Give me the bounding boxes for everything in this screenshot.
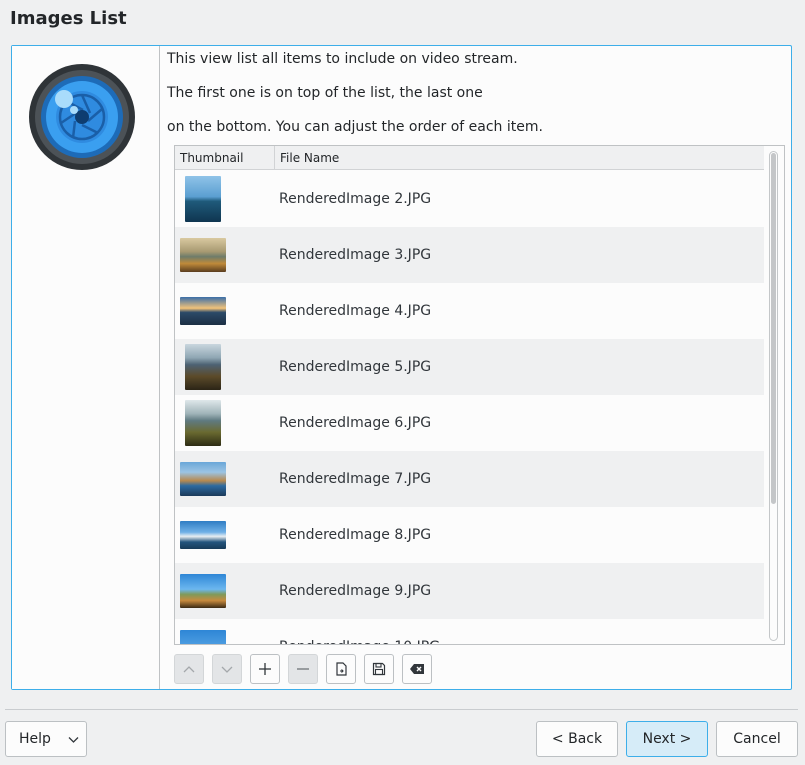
list-item[interactable]: RenderedImage 8.JPG [175,507,764,563]
next-button[interactable]: Next > [626,721,708,757]
column-header-file-name[interactable]: File Name [276,146,339,170]
list-item[interactable]: RenderedImage 10.JPG [175,619,764,644]
file-name: RenderedImage 3.JPG [279,247,432,263]
file-name: RenderedImage 10.JPG [279,639,440,644]
page-title: Images List [10,8,127,29]
remove-button[interactable] [288,654,318,684]
thumbnail-image [180,630,226,644]
thumbnail-image [180,462,226,496]
vertical-scrollbar[interactable] [769,151,778,641]
thumbnail-image [185,176,221,222]
footer-divider [5,709,798,710]
description-line-1: This view list all items to include on v… [167,51,518,67]
images-list[interactable]: Thumbnail File Name RenderedImage 2.JPG R… [174,145,785,645]
thumbnail-image [180,574,226,608]
cancel-button[interactable]: Cancel [716,721,798,757]
clear-list-button[interactable] [402,654,432,684]
thumbnail-image [180,238,226,272]
left-pane [12,46,160,689]
thumbnail-image [185,344,221,390]
thumbnail-image [185,400,221,446]
load-list-button[interactable] [326,654,356,684]
list-item[interactable]: RenderedImage 2.JPG [175,171,764,227]
file-name: RenderedImage 4.JPG [279,303,432,319]
list-item[interactable]: RenderedImage 7.JPG [175,451,764,507]
scrollbar-handle[interactable] [771,153,776,504]
list-rows: RenderedImage 2.JPG RenderedImage 3.JPG Re… [175,171,764,644]
move-down-button[interactable] [212,654,242,684]
description-line-3: on the bottom. You can adjust the order … [167,119,543,135]
thumbnail-image [180,297,226,325]
save-list-button[interactable] [364,654,394,684]
minus-icon [297,668,309,670]
document-open-icon [336,662,347,676]
help-button-label: Help [19,731,51,747]
file-name: RenderedImage 5.JPG [279,359,432,375]
file-name: RenderedImage 7.JPG [279,471,432,487]
arrow-up-icon [183,666,195,673]
file-name: RenderedImage 2.JPG [279,191,432,207]
help-button[interactable]: Help [5,721,87,757]
file-name: RenderedImage 8.JPG [279,527,432,543]
camera-lens-icon [29,64,135,170]
chevron-down-icon [68,737,79,743]
add-button[interactable] [250,654,280,684]
list-item[interactable]: RenderedImage 6.JPG [175,395,764,451]
save-icon [372,662,386,676]
file-name: RenderedImage 9.JPG [279,583,432,599]
wizard-page-frame: This view list all items to include on v… [11,45,792,690]
column-header-thumbnail[interactable]: Thumbnail [175,146,275,170]
description-line-2: The first one is on top of the list, the… [167,85,483,101]
thumbnail-image [180,521,226,549]
file-name: RenderedImage 6.JPG [279,415,432,431]
plus-icon [259,663,271,675]
back-button[interactable]: < Back [536,721,618,757]
list-item[interactable]: RenderedImage 5.JPG [175,339,764,395]
list-item[interactable]: RenderedImage 4.JPG [175,283,764,339]
move-up-button[interactable] [174,654,204,684]
list-item[interactable]: RenderedImage 9.JPG [175,563,764,619]
arrow-down-icon [221,666,233,673]
list-item[interactable]: RenderedImage 3.JPG [175,227,764,283]
clear-list-icon [410,664,424,674]
list-header: Thumbnail File Name [175,146,764,170]
